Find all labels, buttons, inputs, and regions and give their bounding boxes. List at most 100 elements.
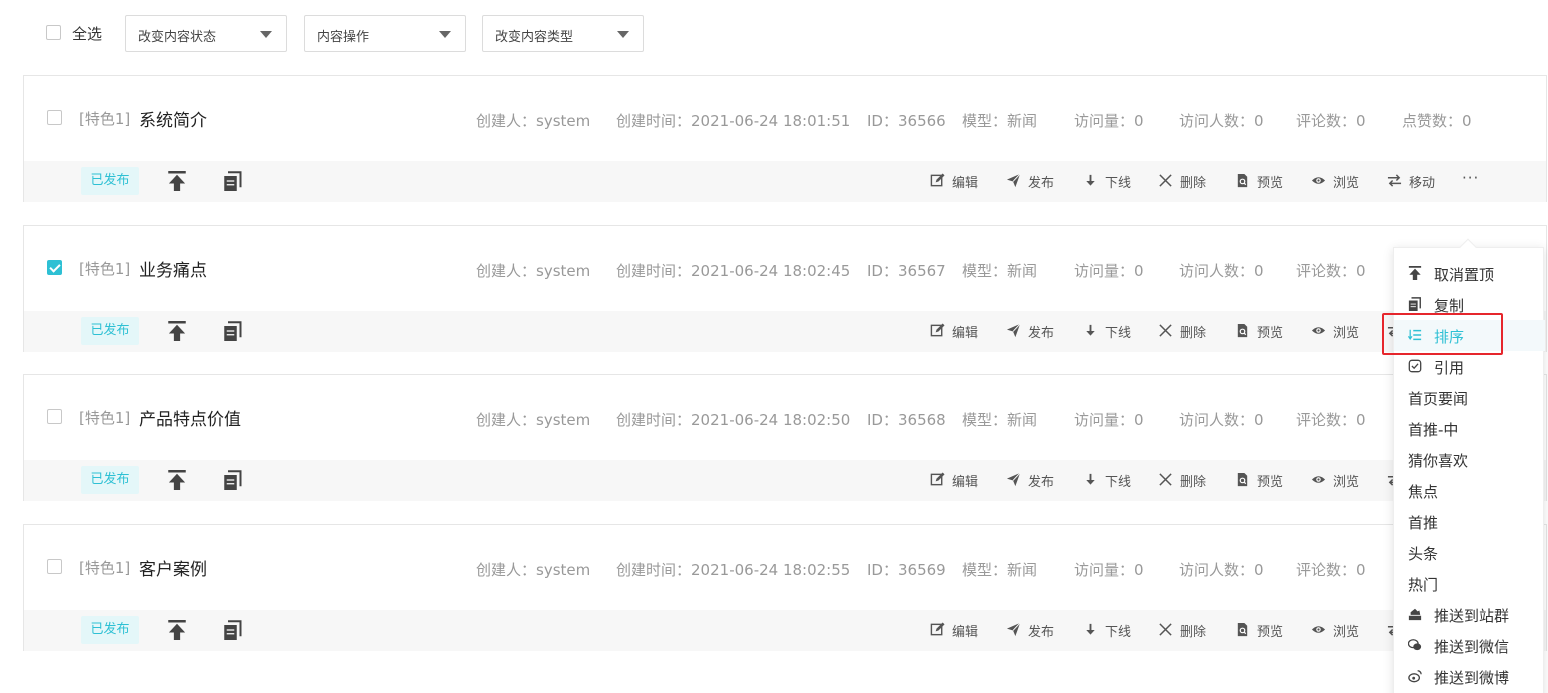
meta-value: 0	[1134, 262, 1144, 280]
card-tag: [特色1]	[79, 260, 131, 278]
edit-icon	[930, 173, 945, 188]
action-label: 删除	[1180, 625, 1207, 640]
meta-label: ID：	[867, 561, 898, 579]
chevron-down-icon	[617, 31, 629, 38]
pin-top-icon[interactable]	[167, 321, 187, 341]
meta-label: 评论数：	[1296, 411, 1357, 429]
meta-model: 模型：新闻	[962, 409, 1037, 430]
eye-icon	[1311, 323, 1326, 338]
card-tag: [特色1]	[79, 559, 131, 577]
meta-label: ID：	[867, 112, 898, 130]
menu-item[interactable]: 首页要闻	[1394, 382, 1545, 413]
meta-label: 创建时间：	[616, 112, 692, 130]
card-title[interactable]: 产品特点价值	[139, 405, 241, 430]
meta-value: 36569	[897, 561, 946, 579]
action-label: 下线	[1105, 475, 1132, 490]
meta-value: 0	[1356, 262, 1366, 280]
meta-value: 36566	[897, 112, 946, 130]
card-tag: [特色1]	[79, 110, 131, 128]
card-title[interactable]: 业务痛点	[139, 256, 207, 281]
meta-label: 访问量：	[1074, 561, 1135, 579]
site-group-icon	[1408, 607, 1422, 621]
status-badge: 已发布	[81, 616, 139, 644]
copy-icon[interactable]	[223, 470, 243, 490]
menu-item[interactable]: 推送到微信	[1394, 630, 1545, 661]
eye-icon	[1311, 173, 1326, 188]
menu-item[interactable]: 推送到微博	[1394, 661, 1545, 692]
copy-icon[interactable]	[223, 321, 243, 341]
meta-model: 模型：新闻	[962, 260, 1037, 281]
close-icon	[1158, 472, 1173, 487]
menu-item[interactable]: 头条	[1394, 537, 1545, 568]
meta-label: 模型：	[962, 262, 1008, 280]
meta-label: 评论数：	[1296, 112, 1357, 130]
chevron-down-icon	[260, 31, 272, 38]
content-operation-dropdown[interactable]: 内容操作	[304, 15, 466, 52]
send-icon	[1006, 323, 1021, 338]
menu-item-label: 头条	[1408, 545, 1439, 563]
arrow-down-icon	[1083, 622, 1098, 637]
meta-value: 新闻	[1007, 561, 1038, 579]
status-badge: 已发布	[81, 317, 139, 345]
menu-item-label: 首推	[1408, 514, 1439, 532]
row-checkbox[interactable]	[47, 559, 62, 574]
action-label: 浏览	[1333, 176, 1360, 191]
change-status-dropdown[interactable]: 改变内容状态	[125, 15, 287, 52]
preview-icon	[1235, 472, 1250, 487]
meta-label: 模型：	[962, 411, 1008, 429]
copy-icon[interactable]	[223, 620, 243, 640]
sort-highlight-box	[1382, 313, 1503, 355]
meta-label: 访问人数：	[1179, 561, 1255, 579]
action-label: 预览	[1257, 625, 1284, 640]
menu-item[interactable]: 焦点	[1394, 475, 1545, 506]
pin-top-icon[interactable]	[167, 171, 187, 191]
meta-value: 36567	[897, 262, 946, 280]
meta-visitors: 访问人数：0	[1179, 260, 1264, 281]
status-badge: 已发布	[81, 466, 139, 494]
menu-item-label: 推送到微博	[1434, 669, 1510, 687]
quote-icon	[1408, 359, 1422, 373]
meta-value: 0	[1254, 561, 1264, 579]
change-type-dropdown[interactable]: 改变内容类型	[482, 15, 644, 52]
card-header: [特色1] 业务痛点 创建人：system 创建时间：2021-06-24 18:0…	[24, 226, 1546, 311]
status-badge: 已发布	[81, 167, 139, 195]
menu-item[interactable]: 猜你喜欢	[1394, 444, 1545, 475]
meta-label: 创建时间：	[616, 561, 692, 579]
meta-label: 点赞数：	[1402, 112, 1463, 130]
menu-item[interactable]: 引用	[1394, 351, 1545, 382]
menu-item[interactable]: 首推-中	[1394, 413, 1545, 444]
action-label: 发布	[1028, 475, 1055, 490]
card-title[interactable]: 客户案例	[139, 555, 207, 580]
meta-label: 评论数：	[1296, 262, 1357, 280]
row-checkbox[interactable]	[47, 409, 62, 424]
pin-top-icon[interactable]	[167, 620, 187, 640]
action-label: 编辑	[952, 326, 979, 341]
eye-icon	[1311, 622, 1326, 637]
meta-id: ID：36567	[867, 260, 946, 281]
menu-item-label: 首推-中	[1408, 421, 1459, 439]
row-checkbox[interactable]	[47, 110, 62, 125]
action-label: 发布	[1028, 176, 1055, 191]
menu-item-label: 引用	[1434, 359, 1465, 377]
meta-label: 创建人：	[476, 112, 537, 130]
action-label: 下线	[1105, 176, 1132, 191]
action-label: 浏览	[1333, 625, 1360, 640]
select-all-checkbox[interactable]	[46, 25, 61, 40]
meta-label: 访问量：	[1074, 411, 1135, 429]
menu-item[interactable]: 首推	[1394, 506, 1545, 537]
menu-item[interactable]: 推送到站群	[1394, 599, 1545, 630]
pin-top-icon[interactable]	[167, 470, 187, 490]
meta-visits: 访问量：0	[1074, 409, 1144, 430]
row-checkbox[interactable]	[47, 260, 62, 275]
meta-value: 0	[1254, 411, 1264, 429]
eye-icon	[1311, 472, 1326, 487]
menu-item[interactable]: 取消置顶	[1394, 258, 1545, 289]
copy-icon[interactable]	[223, 171, 243, 191]
meta-value: system	[536, 112, 591, 130]
more-icon[interactable]: ···	[1462, 169, 1479, 187]
menu-item[interactable]: 热门	[1394, 568, 1545, 599]
action-label: 预览	[1257, 176, 1284, 191]
card-title[interactable]: 系统简介	[139, 106, 207, 131]
action-label: 发布	[1028, 326, 1055, 341]
meta-comments: 评论数：0	[1296, 409, 1366, 430]
